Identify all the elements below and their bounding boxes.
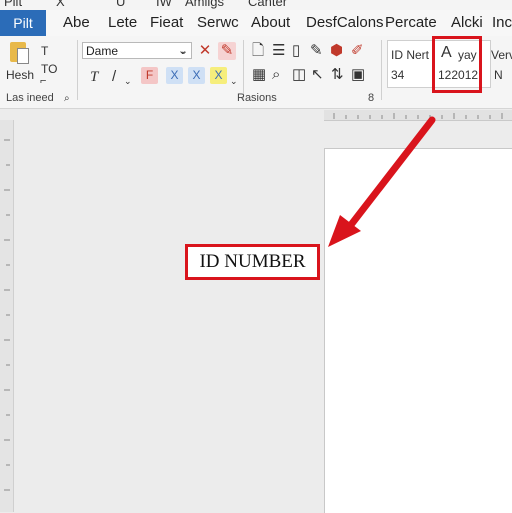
id-number-label: ID NUMBER (185, 244, 320, 280)
